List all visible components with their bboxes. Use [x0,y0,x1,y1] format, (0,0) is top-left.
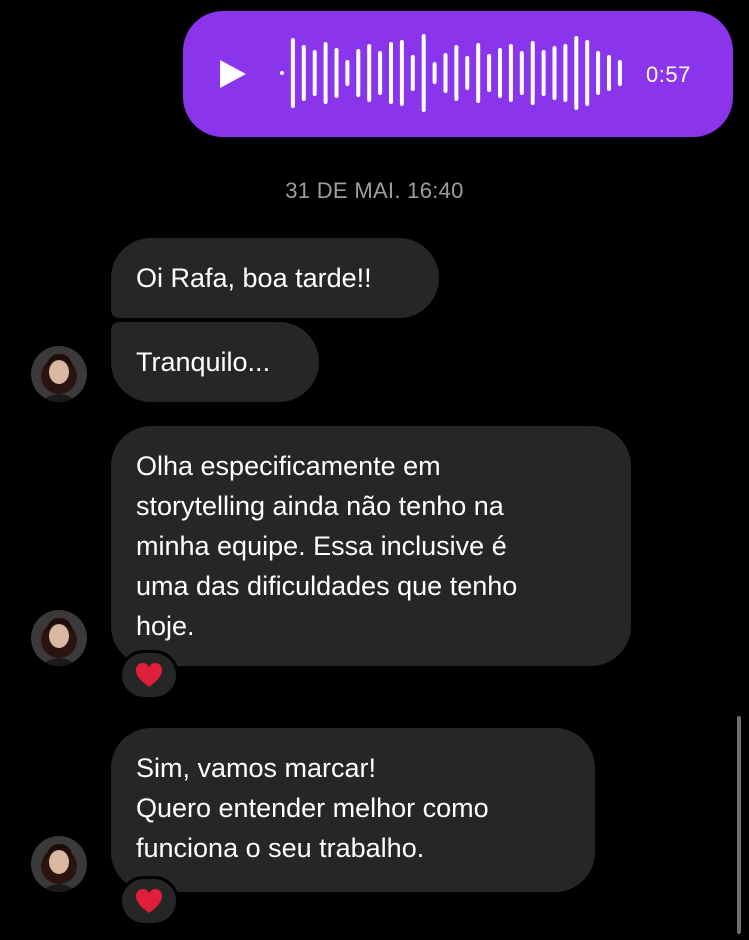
waveform-bar [280,71,284,75]
message-text: storytelling ainda não tenho na [136,491,504,521]
waveform-bar [476,43,481,103]
audio-waveform[interactable] [276,30,626,116]
waveform-bar [454,45,459,101]
waveform-bar [334,48,339,98]
message-text: Olha especificamente em [136,451,441,481]
waveform-bar [607,55,611,91]
message-text: Quero entender melhor como [136,793,489,823]
message-bubble[interactable]: Sim, vamos marcar! Quero entender melhor… [111,728,595,892]
waveform-bar [487,54,492,92]
avatar[interactable] [31,836,87,892]
waveform-bar [574,36,579,110]
message-text: Tranquilo... [136,347,271,377]
play-icon[interactable] [216,58,248,90]
waveform-bar [552,46,557,100]
chat-thread: 0:57 31 DE MAI. 16:40 Oi Rafa, boa tarde… [0,0,749,940]
waveform-bar [421,34,426,112]
message-text: funciona o seu trabalho. [136,833,425,863]
waveform-bar [356,49,361,97]
waveform-bar [312,50,317,96]
avatar-image [31,346,87,402]
waveform-bar [378,51,383,95]
waveform-bar [530,41,535,105]
message-text: Oi Rafa, boa tarde!! [136,263,372,293]
waveform-bar [432,62,437,84]
message-text: minha equipe. Essa inclusive é [136,531,507,561]
waveform-bar [617,60,622,86]
timestamp-separator: 31 DE MAI. 16:40 [285,178,464,203]
message-bubble[interactable]: Olha especificamente em storytelling ain… [111,426,631,666]
waveform-bar [367,44,372,102]
message-text: Sim, vamos marcar! [136,753,377,783]
waveform-bar [345,60,350,86]
waveform-bar [585,40,590,106]
waveform-bar [508,44,513,102]
waveform-bar [323,42,328,104]
waveform-bar [399,40,404,106]
reaction-badge[interactable] [119,650,179,700]
waveform-bar [519,51,524,95]
avatar[interactable] [31,346,87,402]
message-text: hoje. [136,611,195,641]
voice-duration: 0:57 [646,62,691,87]
message-bubble[interactable]: Oi Rafa, boa tarde!! [111,238,439,318]
waveform-bar [541,50,546,96]
waveform-bar [301,45,306,101]
waveform-bar [563,44,568,102]
heart-icon [136,889,162,913]
message-bubble[interactable]: Tranquilo... [111,322,319,402]
waveform-bar [410,55,415,91]
message-text: uma das dificuldades que tenho [136,571,518,601]
waveform-bar [443,53,448,93]
waveform-bar [389,42,393,104]
scrollbar[interactable] [737,716,741,934]
avatar[interactable] [31,610,87,666]
reaction-badge[interactable] [119,876,179,926]
waveform-bar [290,38,295,108]
waveform-bar [596,51,601,95]
waveform-bar [465,56,470,90]
avatar-image [31,610,87,666]
heart-icon [136,663,162,687]
avatar-image [31,836,87,892]
waveform-bar [498,48,502,98]
